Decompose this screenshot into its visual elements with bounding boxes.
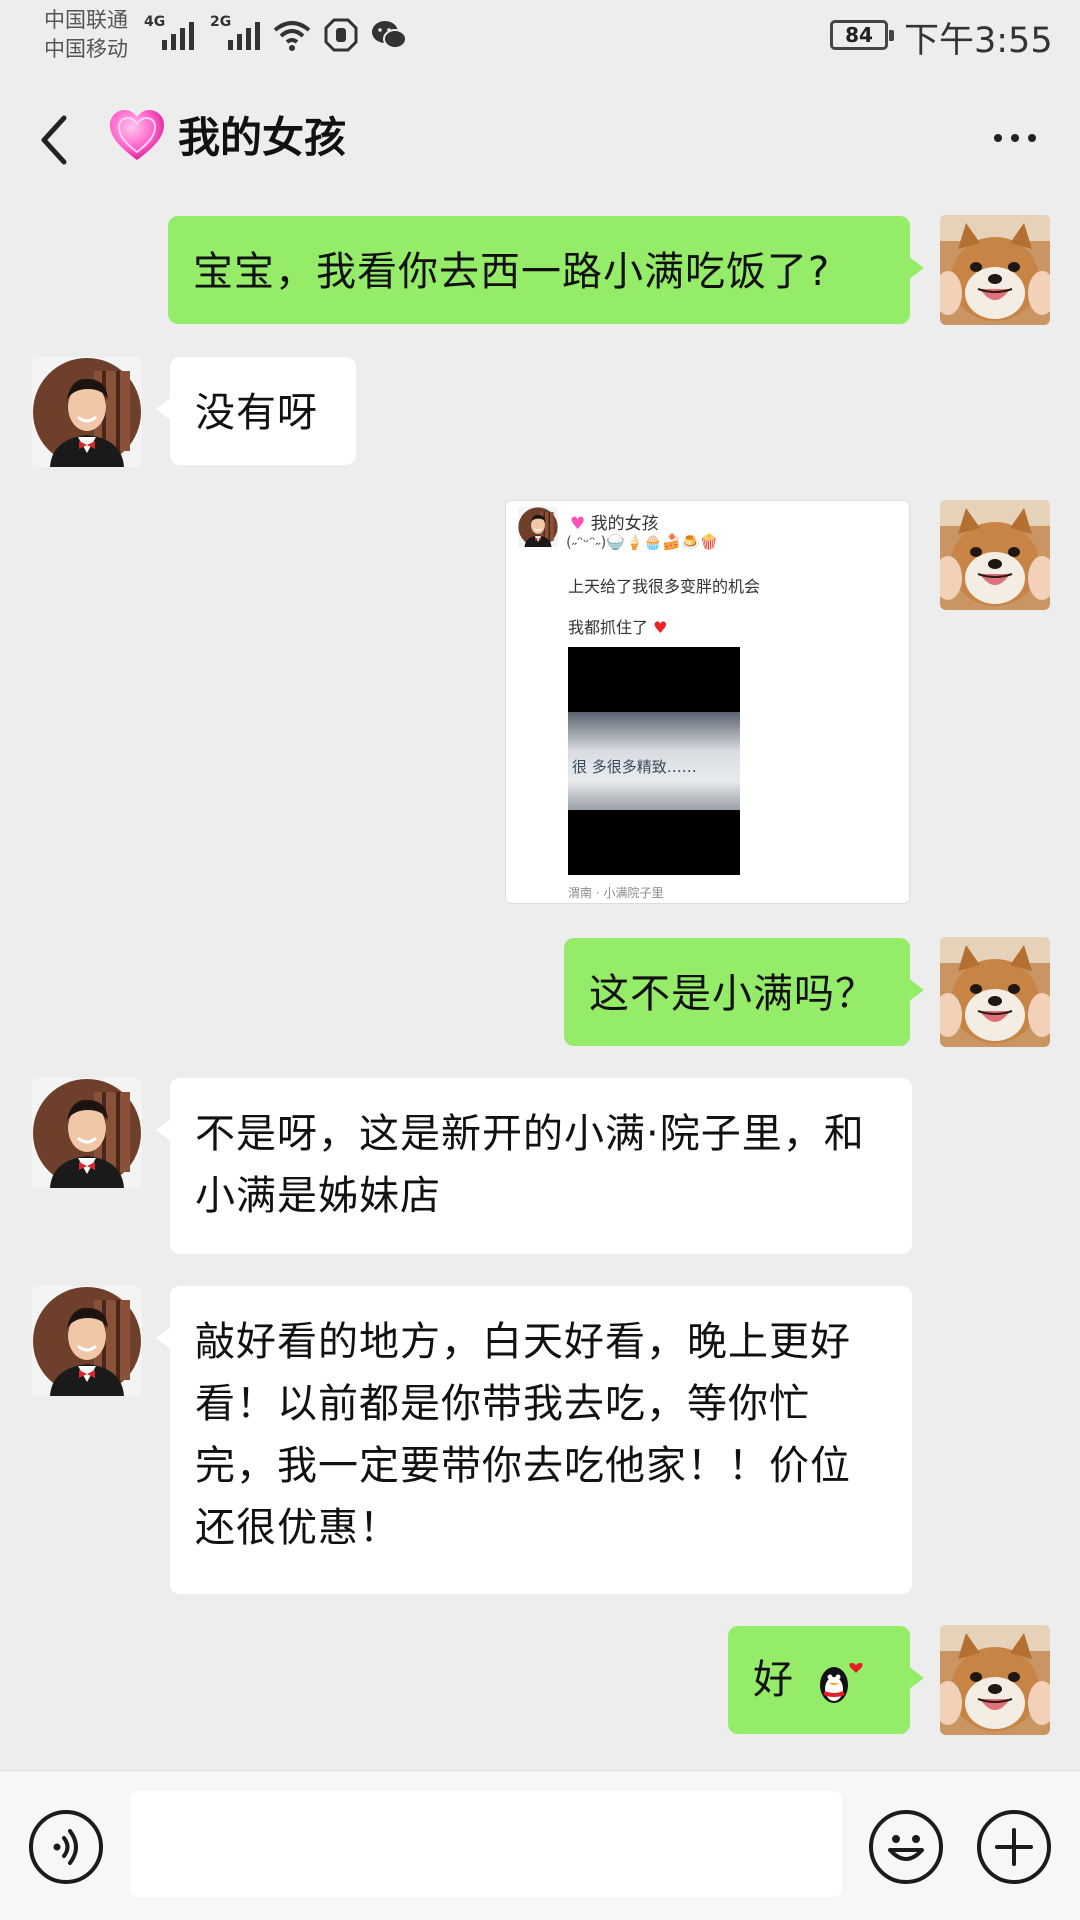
voice-icon bbox=[53, 1829, 78, 1865]
message-bubble-me[interactable]: 宝宝，我看你去西一路小满吃饭了? bbox=[168, 216, 924, 324]
message-bubble-me[interactable]: 好 bbox=[728, 1626, 924, 1734]
wifi-icon bbox=[273, 21, 311, 51]
contact-avatar bbox=[518, 507, 558, 547]
message-text: 好 bbox=[753, 1657, 794, 1703]
message-text: 不是呀，这是新开的小满·院子里，和小满是姊妹店 bbox=[195, 1111, 865, 1219]
message-bubble-other[interactable]: 敲好看的地方，白天好看，晚上更好看！以前都是你带我去吃，等你忙完，我一定要带你去… bbox=[156, 1286, 912, 1594]
message-text: 敲好看的地方，白天好看，晚上更好看！以前都是你带我去吃，等你忙完，我一定要带你去… bbox=[195, 1319, 851, 1551]
my-avatar[interactable] bbox=[940, 215, 1050, 325]
message-text: 这不是小满吗？ bbox=[589, 971, 876, 1017]
my-avatar[interactable] bbox=[940, 1625, 1050, 1735]
contact-avatar[interactable] bbox=[32, 357, 142, 467]
message-bubble-other[interactable]: 没有呀 bbox=[156, 357, 356, 465]
qq-penguin-heart-icon bbox=[820, 1662, 863, 1703]
signal-icon bbox=[162, 18, 194, 50]
message-bubble-other[interactable]: 不是呀，这是新开的小满·院子里，和小满是姊妹店 bbox=[156, 1078, 912, 1254]
pink-heart-icon: ♥ bbox=[570, 514, 586, 534]
chat-title: 我的女孩 bbox=[108, 104, 346, 165]
video-frame: 很 多很多精致…… bbox=[568, 712, 740, 810]
status-time: 下午3:55 bbox=[904, 21, 1053, 61]
message-input[interactable] bbox=[130, 1791, 842, 1897]
card-location: 渭南 · 小满院子里 bbox=[568, 886, 664, 900]
voice-button[interactable] bbox=[29, 1810, 103, 1884]
status-bar: 中国联通 中国移动 4G 2G 84 下午3:55 bbox=[0, 0, 1080, 72]
notification-icon bbox=[324, 18, 358, 52]
smiley-icon bbox=[888, 1835, 924, 1861]
card-line-2: 我都抓住了 ♥ bbox=[568, 614, 667, 638]
more-dots-icon[interactable] bbox=[994, 134, 1036, 142]
plus-button[interactable] bbox=[977, 1810, 1051, 1884]
video-thumbnail[interactable]: 很 多很多精致…… bbox=[568, 647, 740, 875]
my-avatar[interactable] bbox=[940, 937, 1050, 1047]
battery-indicator: 84 bbox=[830, 20, 894, 50]
card-line-1: 上天给了我很多变胖的机会 bbox=[568, 577, 761, 596]
signal-icon bbox=[228, 18, 260, 50]
chat-title-text: 我的女孩 bbox=[178, 113, 347, 162]
chat-header: 我的女孩 bbox=[0, 86, 1080, 196]
heart-icon: ♥ bbox=[648, 618, 668, 637]
card-line-2-text: 我都抓住了 bbox=[568, 618, 649, 637]
chevron-left-icon[interactable] bbox=[30, 110, 80, 170]
message-text: 宝宝，我看你去西一路小满吃饭了? bbox=[193, 249, 831, 295]
carrier-names: 中国联通 中国移动 bbox=[44, 6, 128, 64]
message-text: 没有呀 bbox=[195, 390, 318, 436]
wechat-icon bbox=[372, 21, 407, 49]
emoji-button[interactable] bbox=[869, 1810, 943, 1884]
carrier-1: 中国联通 bbox=[44, 8, 128, 32]
card-name: 我的女孩 bbox=[590, 514, 659, 534]
card-title: ♥ 我的女孩 bbox=[570, 509, 659, 534]
pink-heart-icon bbox=[110, 109, 164, 160]
message-bubble-me[interactable]: 这不是小满吗？ bbox=[564, 938, 924, 1046]
contact-avatar[interactable] bbox=[32, 1286, 142, 1396]
image-message[interactable]: ♥ 我的女孩 (˶ᵔᵕᵔ˶)🍚🍦🧁🍰🍮🍿 上天给了我很多变胖的机会 我都抓住了 … bbox=[505, 500, 910, 904]
contact-avatar[interactable] bbox=[32, 1078, 142, 1188]
my-avatar[interactable] bbox=[940, 500, 1050, 610]
input-bar bbox=[0, 1770, 1080, 1920]
food-emoji-row-icon: (˶ᵔᵕᵔ˶)🍚🍦🧁🍰🍮🍿 bbox=[566, 533, 719, 551]
video-caption: 很 多很多精致…… bbox=[572, 758, 697, 776]
carrier-2: 中国移动 bbox=[44, 37, 128, 61]
plus-icon bbox=[995, 1828, 1033, 1866]
